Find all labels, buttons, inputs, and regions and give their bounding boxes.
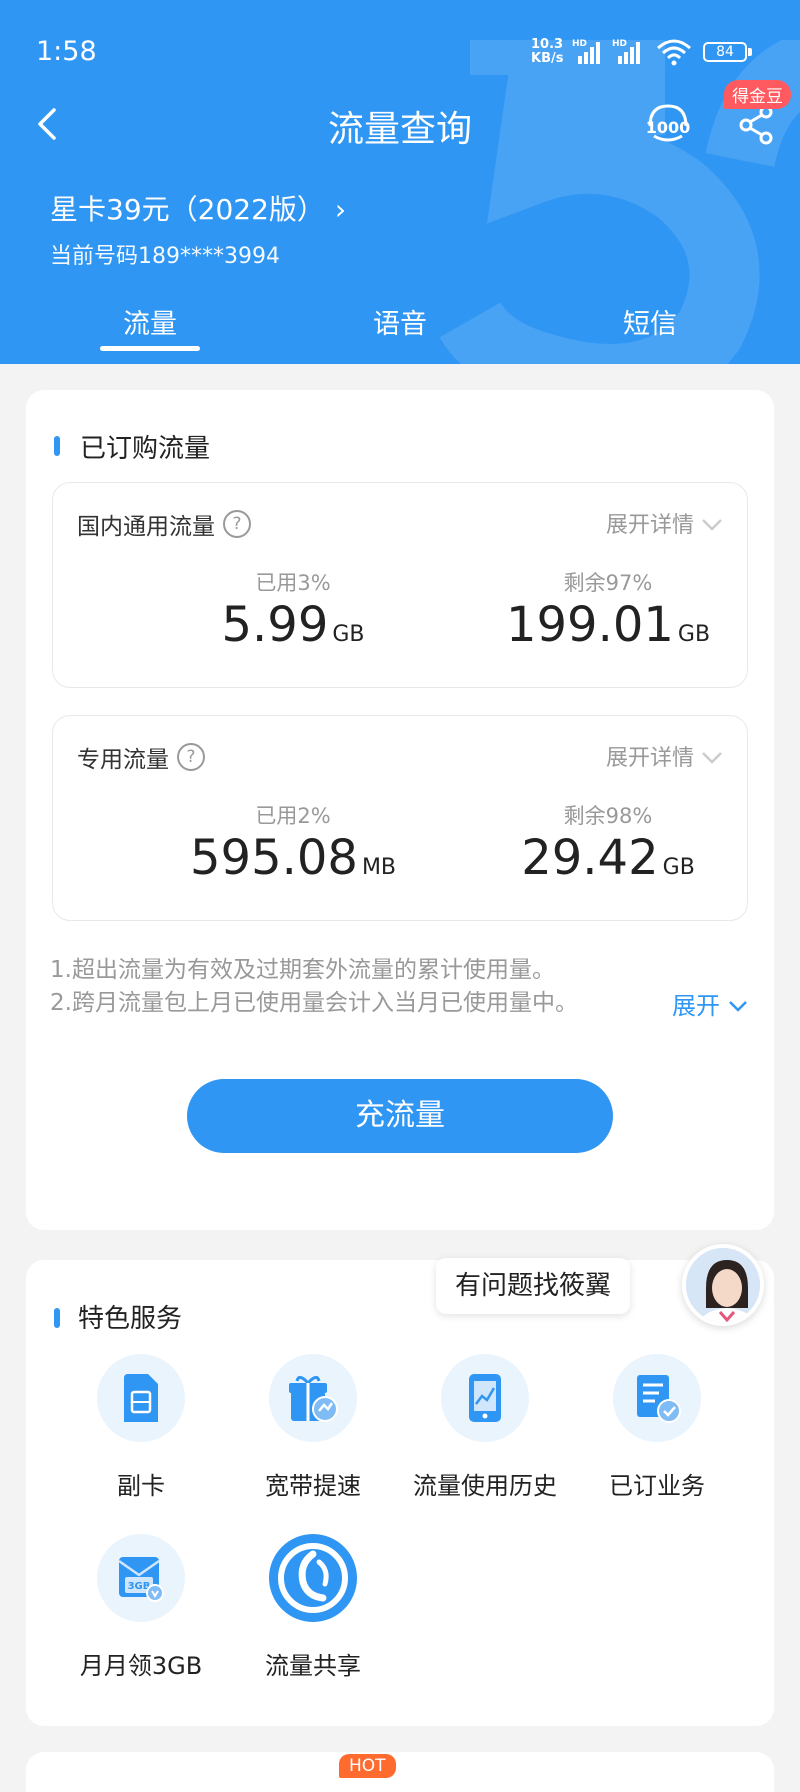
share-icon[interactable] — [738, 104, 776, 146]
svg-text:1000: 1000 — [646, 118, 691, 137]
tab-data[interactable]: 流量 — [70, 302, 230, 341]
remaining-unit: GB — [677, 622, 711, 647]
status-time: 1:58 — [36, 36, 97, 67]
battery-cap — [748, 48, 752, 56]
feature-sub-card[interactable]: 副卡 — [56, 1354, 226, 1501]
expand-details-general[interactable]: 展开详情 — [606, 507, 723, 539]
note-item: 2.跨月流量包上月已使用量会计入当月已使用量中。 — [50, 990, 578, 1016]
feature-label: 已订业务 — [609, 1472, 705, 1500]
document-check-icon — [613, 1354, 701, 1442]
expand-label: 展开详情 — [605, 513, 694, 538]
general-data-label: 国内通用流量 — [77, 514, 215, 540]
status-bar: 1:58 10.3 KB/s HD HD 84 — [0, 0, 800, 80]
feature-data-sharing[interactable]: 流量共享 — [228, 1534, 398, 1681]
help-icon[interactable]: ? — [223, 510, 251, 538]
signal-2-icon: HD — [612, 39, 640, 64]
battery-indicator: 84 — [703, 42, 747, 62]
wifi-icon — [657, 39, 691, 66]
network-speed: 10.3 KB/s — [531, 38, 563, 66]
used-label: 已用3% — [255, 571, 331, 595]
envelope-3gb-icon: 3GB — [97, 1534, 185, 1622]
notes-expand-link[interactable]: 展开 — [672, 986, 748, 1021]
feature-label: 流量使用历史 — [413, 1472, 557, 1500]
plan-name: 星卡39元（2022版） — [50, 193, 325, 226]
speed-value: 10.3 — [531, 37, 564, 52]
hot-badge: HOT — [339, 1754, 396, 1778]
chevron-right-icon: › — [334, 193, 347, 226]
section-marker — [54, 1308, 60, 1328]
feature-label: 月月领3GB — [79, 1652, 203, 1680]
dedicated-data-label: 专用流量 — [77, 747, 169, 773]
svg-text:HD: HD — [612, 39, 627, 49]
section-title-features: 特色服务 — [78, 1304, 183, 1334]
general-used: 已用3% 5.99 GB — [153, 567, 433, 653]
chevron-down-icon — [702, 519, 722, 531]
feature-monthly-3gb[interactable]: 3GB 月月领3GB — [56, 1534, 226, 1681]
svg-text:HD: HD — [572, 39, 587, 49]
share-circle-icon — [269, 1534, 357, 1622]
expand-link-label: 展开 — [672, 992, 720, 1020]
used-value: 5.99 — [221, 597, 329, 653]
feature-data-history[interactable]: 流量使用历史 — [400, 1354, 570, 1501]
feature-broadband-speedup[interactable]: 宽带提速 — [228, 1354, 398, 1501]
header: 1:58 10.3 KB/s HD HD 84 流量查询 1000 得金豆 星卡… — [0, 0, 800, 364]
feature-label: 宽带提速 — [265, 1472, 361, 1500]
used-unit: GB — [332, 622, 365, 647]
feature-subscribed-services[interactable]: 已订业务 — [572, 1354, 742, 1501]
dedicated-data-box: 专用流量 ? 展开详情 已用2% 595.08 MB 剩余98% 29.42 GB — [52, 715, 748, 921]
used-unit: MB — [361, 855, 397, 880]
help-icon[interactable]: ? — [177, 743, 205, 771]
tab-active-indicator — [100, 346, 200, 351]
signal-1-icon: HD — [572, 39, 600, 64]
dedicated-remaining: 剩余98% 29.42 GB — [468, 800, 748, 886]
tab-sms[interactable]: 短信 — [570, 302, 730, 341]
sim-card-icon — [97, 1354, 185, 1442]
used-label: 已用2% — [255, 804, 331, 828]
feature-label: 流量共享 — [265, 1652, 361, 1680]
general-data-box: 国内通用流量 ? 展开详情 已用3% 5.99 GB 剩余97% 199.01 GB — [52, 482, 748, 688]
tab-voice[interactable]: 语音 — [320, 302, 480, 341]
assistant-bubble[interactable]: 有问题找筱翼 — [436, 1258, 630, 1314]
dedicated-used: 已用2% 595.08 MB — [153, 800, 433, 886]
dedicated-data-title: 专用流量 ? — [77, 740, 205, 774]
coin-badge[interactable]: 得金豆 — [724, 80, 791, 109]
customer-service-1000-icon[interactable]: 1000 — [644, 102, 692, 146]
section-marker — [54, 436, 60, 456]
remaining-value: 199.01 — [505, 597, 674, 653]
expand-details-dedicated[interactable]: 展开详情 — [606, 740, 723, 772]
section-title-subscribed: 已订购流量 — [80, 434, 211, 464]
remaining-label: 剩余97% — [563, 571, 653, 595]
next-card — [26, 1752, 774, 1792]
expand-label: 展开详情 — [605, 746, 694, 771]
general-remaining: 剩余97% 199.01 GB — [468, 567, 748, 653]
remaining-value: 29.42 — [521, 830, 659, 886]
plan-selector[interactable]: 星卡39元（2022版） › — [50, 188, 346, 228]
gift-speed-icon — [269, 1354, 357, 1442]
note-item: 1.超出流量为有效及过期套外流量的累计使用量。 — [50, 957, 555, 983]
used-value: 595.08 — [189, 830, 358, 886]
notes-list: 1.超出流量为有效及过期套外流量的累计使用量。 2.跨月流量包上月已使用量会计入… — [50, 954, 578, 1020]
remaining-label: 剩余98% — [563, 804, 653, 828]
remaining-unit: GB — [662, 855, 695, 880]
chevron-down-icon — [702, 752, 722, 764]
speed-unit: KB/s — [531, 51, 564, 66]
assistant-avatar[interactable] — [682, 1244, 764, 1326]
phone-chart-icon — [441, 1354, 529, 1442]
feature-label: 副卡 — [117, 1472, 165, 1500]
chevron-down-icon — [728, 1001, 747, 1012]
phone-number: 当前号码189****3994 — [50, 244, 280, 269]
general-data-title: 国内通用流量 ? — [77, 507, 251, 541]
recharge-data-button[interactable]: 充流量 — [187, 1079, 613, 1153]
